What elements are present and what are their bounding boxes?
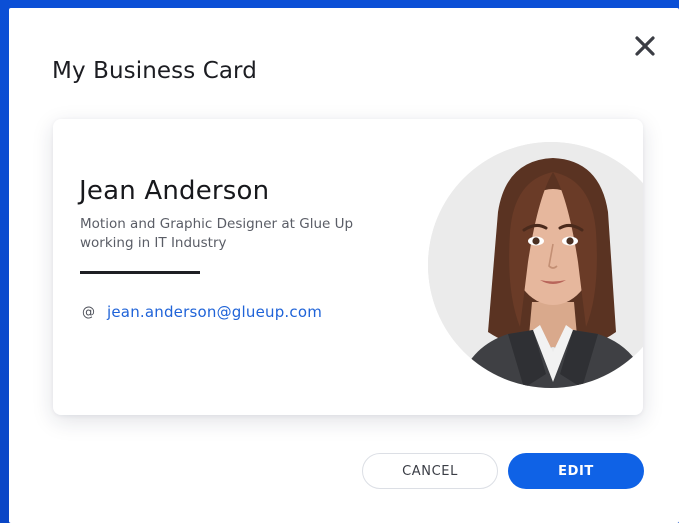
business-card: Jean Anderson Motion and Graphic Designe… — [53, 119, 643, 415]
edit-button[interactable]: EDIT — [508, 453, 644, 489]
close-icon — [635, 36, 655, 56]
avatar — [428, 142, 643, 388]
person-name: Jean Anderson — [79, 176, 270, 206]
portrait-image — [428, 142, 643, 388]
business-card-dialog: My Business Card Jean Anderson Motion an… — [9, 8, 679, 523]
at-icon: @ — [82, 304, 95, 320]
name-divider — [80, 271, 200, 274]
email-link[interactable]: jean.anderson@glueup.com — [107, 303, 322, 321]
dialog-title: My Business Card — [52, 58, 257, 84]
close-button[interactable] — [633, 34, 657, 58]
cancel-button[interactable]: CANCEL — [362, 453, 498, 489]
email-row: @ jean.anderson@glueup.com — [82, 301, 322, 323]
person-subtitle: Motion and Graphic Designer at Glue Up w… — [80, 216, 354, 251]
